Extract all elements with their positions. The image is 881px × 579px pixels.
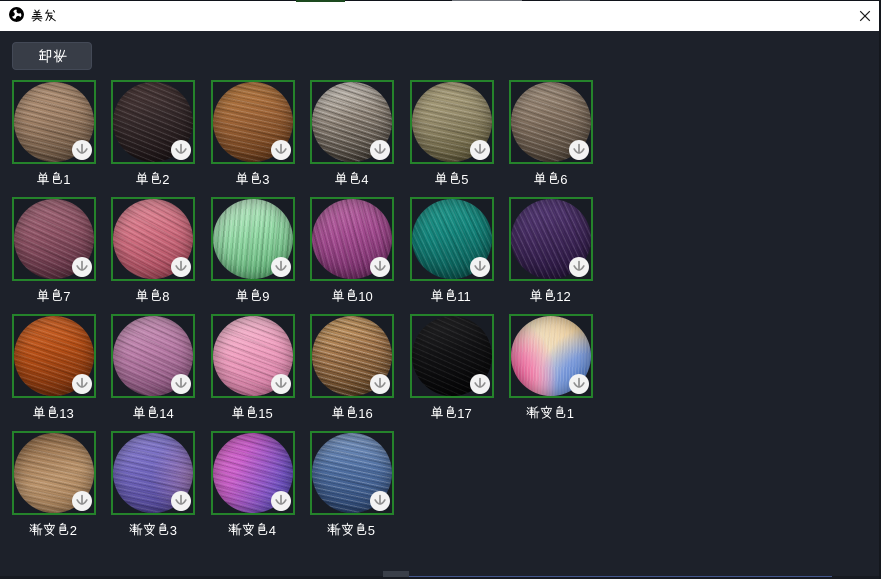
svg-text:1: 1 — [567, 406, 574, 421]
svg-text:4: 4 — [361, 172, 368, 187]
svg-text:6: 6 — [560, 172, 567, 187]
svg-text:12: 12 — [557, 289, 571, 304]
svg-text:17: 17 — [457, 406, 471, 421]
svg-text:16: 16 — [358, 406, 372, 421]
svg-text:14: 14 — [159, 406, 173, 421]
svg-text:11: 11 — [457, 289, 471, 304]
svg-text:1: 1 — [63, 172, 70, 187]
svg-text:15: 15 — [258, 406, 272, 421]
svg-text:2: 2 — [70, 523, 77, 538]
svg-text:5: 5 — [368, 523, 375, 538]
svg-text:8: 8 — [163, 289, 170, 304]
svg-text:9: 9 — [262, 289, 269, 304]
svg-text:5: 5 — [461, 172, 468, 187]
svg-text:2: 2 — [163, 172, 170, 187]
svg-text:7: 7 — [63, 289, 70, 304]
svg-text:4: 4 — [269, 523, 276, 538]
svg-text:13: 13 — [60, 406, 74, 421]
svg-text:10: 10 — [358, 289, 372, 304]
svg-text:3: 3 — [262, 172, 269, 187]
svg-text:3: 3 — [169, 523, 176, 538]
